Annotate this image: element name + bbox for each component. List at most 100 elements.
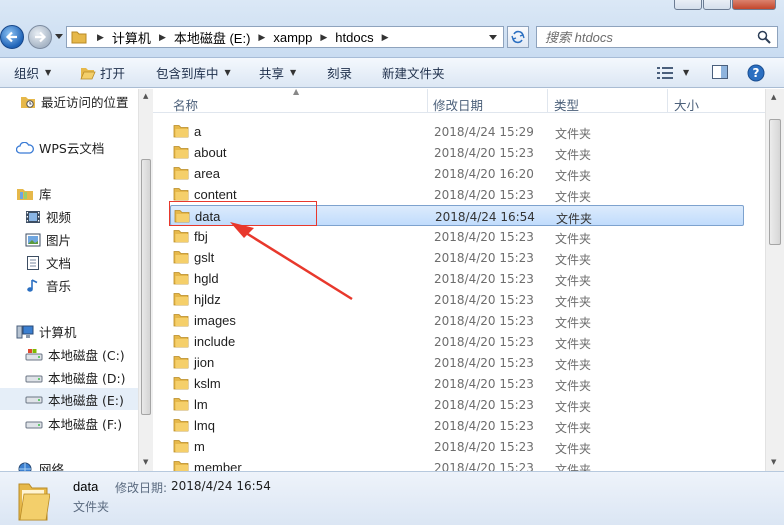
maximize-button[interactable] xyxy=(703,0,731,10)
address-bar-area: ▶ 计算机 ▶ 本地磁盘 (E:) ▶ xampp ▶ htdocs ▶ xyxy=(0,0,784,58)
file-row[interactable]: images 2018/4/20 15:23 文件夹 xyxy=(170,310,744,331)
file-name: jion xyxy=(194,355,215,370)
share-button[interactable]: 共享 ▼ xyxy=(259,58,296,87)
folder-icon xyxy=(71,31,87,44)
file-row[interactable]: area 2018/4/20 16:20 文件夹 xyxy=(170,163,744,184)
burn-button[interactable]: 刻录 xyxy=(327,58,352,87)
organize-label: 组织 xyxy=(14,66,40,81)
address-history-dropdown-icon[interactable] xyxy=(489,35,497,40)
column-type[interactable]: 类型 xyxy=(554,95,579,114)
nav-item-drive-c[interactable]: 本地磁盘 (C:) xyxy=(25,345,125,364)
breadcrumb-drive-e[interactable]: 本地磁盘 (E:) ▶ xyxy=(174,28,273,47)
scroll-down-icon[interactable]: ▼ xyxy=(771,458,776,466)
nav-item-videos[interactable]: 视频 xyxy=(25,207,71,226)
search-input[interactable] xyxy=(545,27,745,47)
file-row[interactable]: jion 2018/4/20 15:23 文件夹 xyxy=(170,352,744,373)
file-name: kslm xyxy=(194,376,221,391)
folder-icon xyxy=(173,460,189,471)
file-row[interactable]: hjldz 2018/4/20 15:23 文件夹 xyxy=(170,289,744,310)
scroll-up-icon[interactable]: ▲ xyxy=(143,92,148,100)
file-row[interactable]: m 2018/4/20 15:23 文件夹 xyxy=(170,436,744,457)
column-header-row: ▲ 名称 修改日期 类型 大小 xyxy=(153,89,765,113)
breadcrumb-xampp[interactable]: xampp ▶ xyxy=(273,30,335,45)
nav-item-computer[interactable]: 计算机 xyxy=(16,322,77,341)
recent-pages-dropdown-icon[interactable] xyxy=(55,34,63,39)
file-list-scrollbar[interactable]: ▲ ▼ xyxy=(765,89,784,471)
file-row[interactable]: a 2018/4/24 15:29 文件夹 xyxy=(170,121,744,142)
column-size[interactable]: 大小 xyxy=(674,95,699,114)
file-modified-date: 2018/4/20 15:23 xyxy=(434,293,534,307)
breadcrumb-computer[interactable]: 计算机 ▶ xyxy=(112,28,174,47)
help-button[interactable]: ? xyxy=(747,64,765,85)
open-button[interactable]: 打开 xyxy=(80,58,125,87)
file-name: lmq xyxy=(194,418,215,433)
folder-large-icon xyxy=(18,483,50,521)
nav-item-drive-f[interactable]: 本地磁盘 (F:) xyxy=(25,414,122,433)
nav-item-wps-cloud[interactable]: WPS云文档 xyxy=(16,138,104,157)
column-name[interactable]: 名称 xyxy=(173,95,198,114)
file-modified-date: 2018/4/20 15:23 xyxy=(434,419,534,433)
open-label: 打开 xyxy=(100,66,126,81)
new-folder-button[interactable]: 新建文件夹 xyxy=(382,58,445,87)
organize-button[interactable]: 组织 ▼ xyxy=(14,58,51,87)
folder-icon xyxy=(173,355,189,372)
file-name: hgld xyxy=(194,271,219,286)
breadcrumb-htdocs[interactable]: htdocs ▶ xyxy=(335,30,396,45)
file-row[interactable]: lmq 2018/4/20 15:23 文件夹 xyxy=(170,415,744,436)
column-modified[interactable]: 修改日期 xyxy=(433,95,483,114)
refresh-button[interactable] xyxy=(507,26,529,48)
address-field[interactable]: ▶ 计算机 ▶ 本地磁盘 (E:) ▶ xampp ▶ htdocs ▶ xyxy=(66,26,504,48)
file-modified-date: 2018/4/20 16:20 xyxy=(434,167,534,181)
nav-item-documents[interactable]: 文档 xyxy=(25,253,71,272)
file-row[interactable]: fbj 2018/4/20 15:23 文件夹 xyxy=(170,226,744,247)
file-name: area xyxy=(194,166,221,181)
breadcrumb-separator[interactable]: ▶ xyxy=(93,32,112,43)
preview-pane-button[interactable] xyxy=(712,65,728,82)
column-divider[interactable] xyxy=(427,89,428,113)
nav-item-pictures[interactable]: 图片 xyxy=(25,230,71,249)
scroll-up-icon[interactable]: ▲ xyxy=(771,93,776,101)
refresh-icon xyxy=(511,30,525,44)
navigation-scrollbar[interactable]: ▲ ▼ xyxy=(138,89,153,471)
search-box[interactable] xyxy=(536,26,778,48)
file-row[interactable]: gslt 2018/4/20 15:23 文件夹 xyxy=(170,247,744,268)
column-divider[interactable] xyxy=(667,89,668,113)
scroll-down-icon[interactable]: ▼ xyxy=(143,458,148,466)
nav-item-libraries[interactable]: 库 xyxy=(16,184,52,203)
minimize-button[interactable] xyxy=(674,0,702,10)
folder-icon xyxy=(173,397,189,414)
nav-item-recent-places[interactable]: 最近访问的位置 xyxy=(20,92,129,111)
column-divider[interactable] xyxy=(547,89,548,113)
chevron-down-icon: ▼ xyxy=(45,68,52,77)
change-view-button[interactable]: ▼ xyxy=(657,58,689,87)
sort-ascending-icon: ▲ xyxy=(293,89,300,96)
file-row[interactable]: hgld 2018/4/20 15:23 文件夹 xyxy=(170,268,744,289)
nav-item-drive-d[interactable]: 本地磁盘 (D:) xyxy=(25,368,126,387)
search-icon[interactable] xyxy=(757,30,771,44)
file-row[interactable]: kslm 2018/4/20 15:23 文件夹 xyxy=(170,373,744,394)
folder-icon xyxy=(173,418,189,435)
close-button[interactable] xyxy=(732,0,776,10)
include-in-library-button[interactable]: 包含到库中 ▼ xyxy=(156,58,231,87)
file-list: ▲ 名称 修改日期 类型 大小 a 2018/4/24 15:29 文件夹 about… xyxy=(153,89,765,471)
file-row[interactable]: about 2018/4/20 15:23 文件夹 xyxy=(170,142,744,163)
nav-item-drive-e[interactable]: 本地磁盘 (E:) xyxy=(0,388,138,410)
computer-icon xyxy=(16,325,34,339)
file-row[interactable]: lm 2018/4/20 15:23 文件夹 xyxy=(170,394,744,415)
back-button[interactable] xyxy=(0,25,24,49)
highlight-box xyxy=(169,201,317,226)
modified-date-label: 修改日期: xyxy=(115,481,168,495)
chevron-down-icon: ▼ xyxy=(290,68,297,77)
nav-item-music[interactable]: 音乐 xyxy=(25,276,71,295)
forward-button[interactable] xyxy=(28,25,52,49)
file-row[interactable]: include 2018/4/20 15:23 文件夹 xyxy=(170,331,744,352)
nav-item-network[interactable]: 网络 xyxy=(16,459,64,471)
preview-pane-icon xyxy=(712,65,728,79)
scrollbar-thumb[interactable] xyxy=(769,119,781,245)
scrollbar-thumb[interactable] xyxy=(141,159,151,415)
file-type: 文件夹 xyxy=(555,442,592,456)
file-row[interactable]: member 2018/4/20 15:23 文件夹 xyxy=(170,457,744,471)
file-modified-date: 2018/4/20 15:23 xyxy=(434,356,534,370)
selected-item-name: data xyxy=(73,479,99,494)
file-modified-date: 2018/4/20 15:23 xyxy=(434,440,534,454)
